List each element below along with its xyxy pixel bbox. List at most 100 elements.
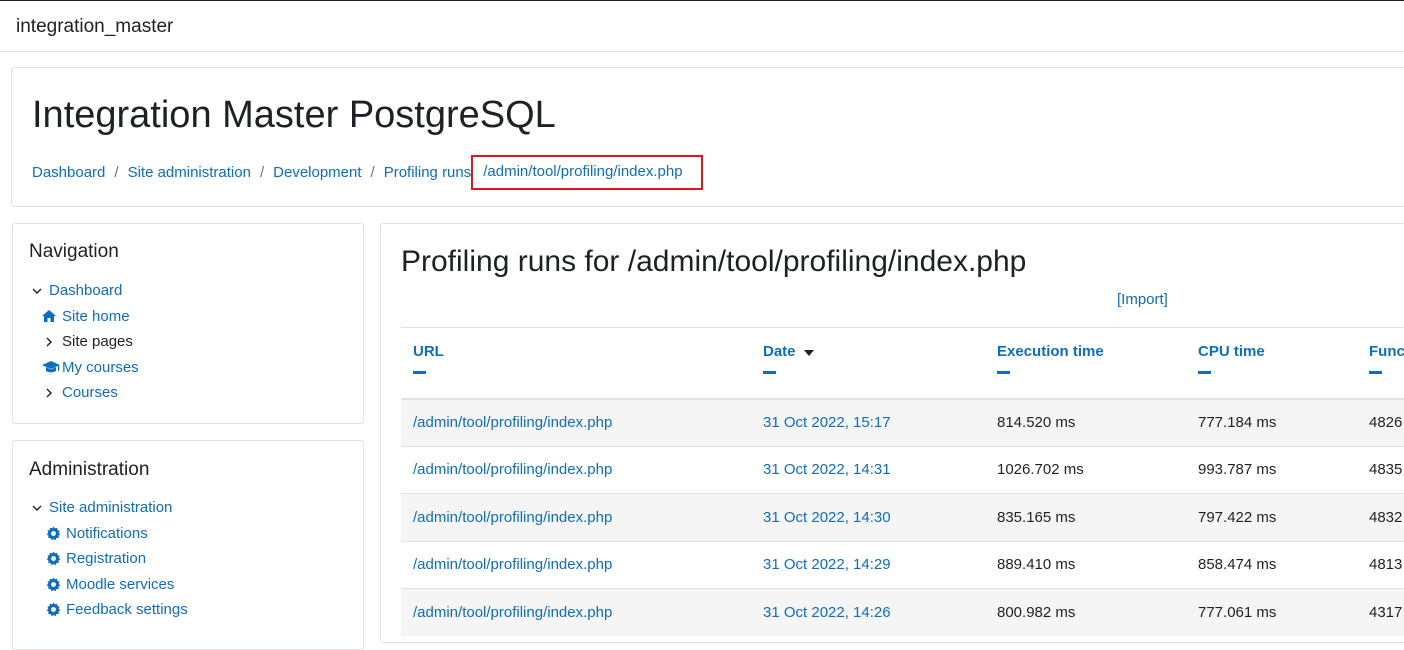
nav-item-site-pages[interactable]: Site pages xyxy=(29,329,139,355)
admin-item-registration[interactable]: Registration xyxy=(29,546,188,572)
run-cpu-time: 993.787 ms xyxy=(1186,445,1357,494)
column-header-date[interactable]: Date xyxy=(751,327,985,400)
administration-tree: Site administration Notifications Regist… xyxy=(29,495,188,623)
breadcrumb-dashboard[interactable]: Dashboard xyxy=(32,164,105,181)
navigation-tree: Dashboard Site home Site pages My course… xyxy=(29,278,139,406)
admin-item-feedback-settings[interactable]: Feedback settings xyxy=(29,597,188,623)
admin-item-label[interactable]: Moodle services xyxy=(66,576,174,593)
breadcrumb-separator: / xyxy=(370,164,375,181)
run-date-link[interactable]: 31 Oct 2022, 14:29 xyxy=(763,556,891,573)
admin-item-site-administration[interactable]: Site administration xyxy=(29,495,188,521)
breadcrumb: Dashboard / Site administration / Develo… xyxy=(32,155,703,190)
breadcrumb-development[interactable]: Development xyxy=(273,164,361,181)
table-row: /admin/tool/profiling/index.php 31 Oct 2… xyxy=(401,398,1404,446)
column-header-url[interactable]: URL xyxy=(401,327,751,400)
table-row: /admin/tool/profiling/index.php 31 Oct 2… xyxy=(401,493,1404,541)
breadcrumb-current-page[interactable]: /admin/tool/profiling/index.php xyxy=(471,155,703,190)
nav-item-label[interactable]: Courses xyxy=(62,384,118,401)
breadcrumb-separator: / xyxy=(114,164,119,181)
navigation-block-title: Navigation xyxy=(29,241,119,262)
column-header-func[interactable]: Func xyxy=(1357,327,1404,400)
breadcrumb-site-administration[interactable]: Site administration xyxy=(128,164,251,181)
chevron-right-icon[interactable] xyxy=(41,334,57,350)
column-header-execution-time[interactable]: Execution time xyxy=(985,327,1186,400)
gear-icon xyxy=(45,602,61,618)
profiling-runs-table: URL Date Execution time CPU time Func /a… xyxy=(401,327,1404,636)
page-header: Integration Master PostgreSQL Dashboard … xyxy=(11,67,1404,207)
table-row: /admin/tool/profiling/index.php 31 Oct 2… xyxy=(401,445,1404,494)
admin-item-notifications[interactable]: Notifications xyxy=(29,521,188,547)
admin-item-label[interactable]: Site administration xyxy=(49,499,172,516)
run-cpu-time: 858.474 ms xyxy=(1186,540,1357,589)
gear-icon xyxy=(45,576,61,592)
chevron-down-icon[interactable] xyxy=(29,500,45,516)
run-url-link[interactable]: /admin/tool/profiling/index.php xyxy=(413,461,612,478)
run-execution-time: 814.520 ms xyxy=(985,398,1186,446)
run-execution-time: 800.982 ms xyxy=(985,588,1186,636)
minus-icon[interactable] xyxy=(763,371,776,374)
run-func-calls: 4835 xyxy=(1357,445,1404,494)
administration-block-title: Administration xyxy=(29,459,150,480)
main-heading: Profiling runs for /admin/tool/profiling… xyxy=(401,245,1027,278)
sort-descending-icon[interactable] xyxy=(803,343,814,360)
run-func-calls: 4826 xyxy=(1357,398,1404,446)
run-url-link[interactable]: /admin/tool/profiling/index.php xyxy=(413,556,612,573)
site-brand[interactable]: integration_master xyxy=(16,16,173,38)
nav-item-courses[interactable]: Courses xyxy=(29,380,139,406)
nav-item-label[interactable]: Site pages xyxy=(62,333,133,350)
main-content: Profiling runs for /admin/tool/profiling… xyxy=(380,223,1404,643)
run-execution-time: 1026.702 ms xyxy=(985,445,1186,494)
breadcrumb-separator: / xyxy=(259,164,265,181)
table-row: /admin/tool/profiling/index.php 31 Oct 2… xyxy=(401,540,1404,589)
run-date-link[interactable]: 31 Oct 2022, 14:30 xyxy=(763,509,891,526)
page-title: Integration Master PostgreSQL xyxy=(32,94,556,136)
admin-item-label[interactable]: Notifications xyxy=(66,525,148,542)
column-header-label[interactable]: Func xyxy=(1369,343,1404,360)
home-icon xyxy=(41,308,57,324)
table-header-row: URL Date Execution time CPU time Func xyxy=(401,327,1404,400)
gear-icon xyxy=(45,551,61,567)
graduation-cap-icon xyxy=(41,359,61,375)
import-link[interactable]: [Import] xyxy=(1117,291,1168,308)
navigation-block: Navigation Dashboard Site home Site page… xyxy=(12,223,364,424)
minus-icon[interactable] xyxy=(1198,371,1211,374)
minus-icon[interactable] xyxy=(997,371,1010,374)
run-cpu-time: 797.422 ms xyxy=(1186,493,1357,541)
admin-item-label[interactable]: Feedback settings xyxy=(66,601,188,618)
nav-item-site-home[interactable]: Site home xyxy=(29,304,139,330)
run-cpu-time: 777.061 ms xyxy=(1186,588,1357,636)
minus-icon[interactable] xyxy=(1369,371,1382,374)
run-date-link[interactable]: 31 Oct 2022, 14:31 xyxy=(763,461,891,478)
run-func-calls: 4832 xyxy=(1357,493,1404,541)
chevron-down-icon[interactable] xyxy=(29,283,45,299)
run-execution-time: 835.165 ms xyxy=(985,493,1186,541)
column-header-label[interactable]: URL xyxy=(413,343,444,360)
run-url-link[interactable]: /admin/tool/profiling/index.php xyxy=(413,414,612,431)
run-date-link[interactable]: 31 Oct 2022, 15:17 xyxy=(763,414,891,431)
nav-item-dashboard[interactable]: Dashboard xyxy=(29,278,139,304)
run-func-calls: 4317 xyxy=(1357,588,1404,636)
table-row: /admin/tool/profiling/index.php 31 Oct 2… xyxy=(401,588,1404,636)
administration-block: Administration Site administration Notif… xyxy=(12,440,364,650)
run-execution-time: 889.410 ms xyxy=(985,540,1186,589)
run-func-calls: 4813 xyxy=(1357,540,1404,589)
admin-item-moodle-services[interactable]: Moodle services xyxy=(29,572,188,598)
run-url-link[interactable]: /admin/tool/profiling/index.php xyxy=(413,509,612,526)
column-header-label[interactable]: Execution time xyxy=(997,343,1104,360)
column-header-label[interactable]: Date xyxy=(763,343,796,360)
top-navbar: integration_master xyxy=(0,0,1404,52)
run-url-link[interactable]: /admin/tool/profiling/index.php xyxy=(413,604,612,621)
breadcrumb-profiling-runs[interactable]: Profiling runs xyxy=(384,164,472,181)
minus-icon[interactable] xyxy=(413,371,426,374)
run-cpu-time: 777.184 ms xyxy=(1186,398,1357,446)
run-date-link[interactable]: 31 Oct 2022, 14:26 xyxy=(763,604,891,621)
nav-item-label[interactable]: Site home xyxy=(62,308,130,325)
admin-item-label[interactable]: Registration xyxy=(66,550,146,567)
column-header-cpu-time[interactable]: CPU time xyxy=(1186,327,1357,400)
gear-icon xyxy=(45,525,61,541)
chevron-right-icon[interactable] xyxy=(41,385,57,401)
column-header-label[interactable]: CPU time xyxy=(1198,343,1265,360)
nav-item-label[interactable]: My courses xyxy=(62,359,139,376)
nav-item-label[interactable]: Dashboard xyxy=(49,282,122,299)
nav-item-my-courses[interactable]: My courses xyxy=(29,355,139,381)
